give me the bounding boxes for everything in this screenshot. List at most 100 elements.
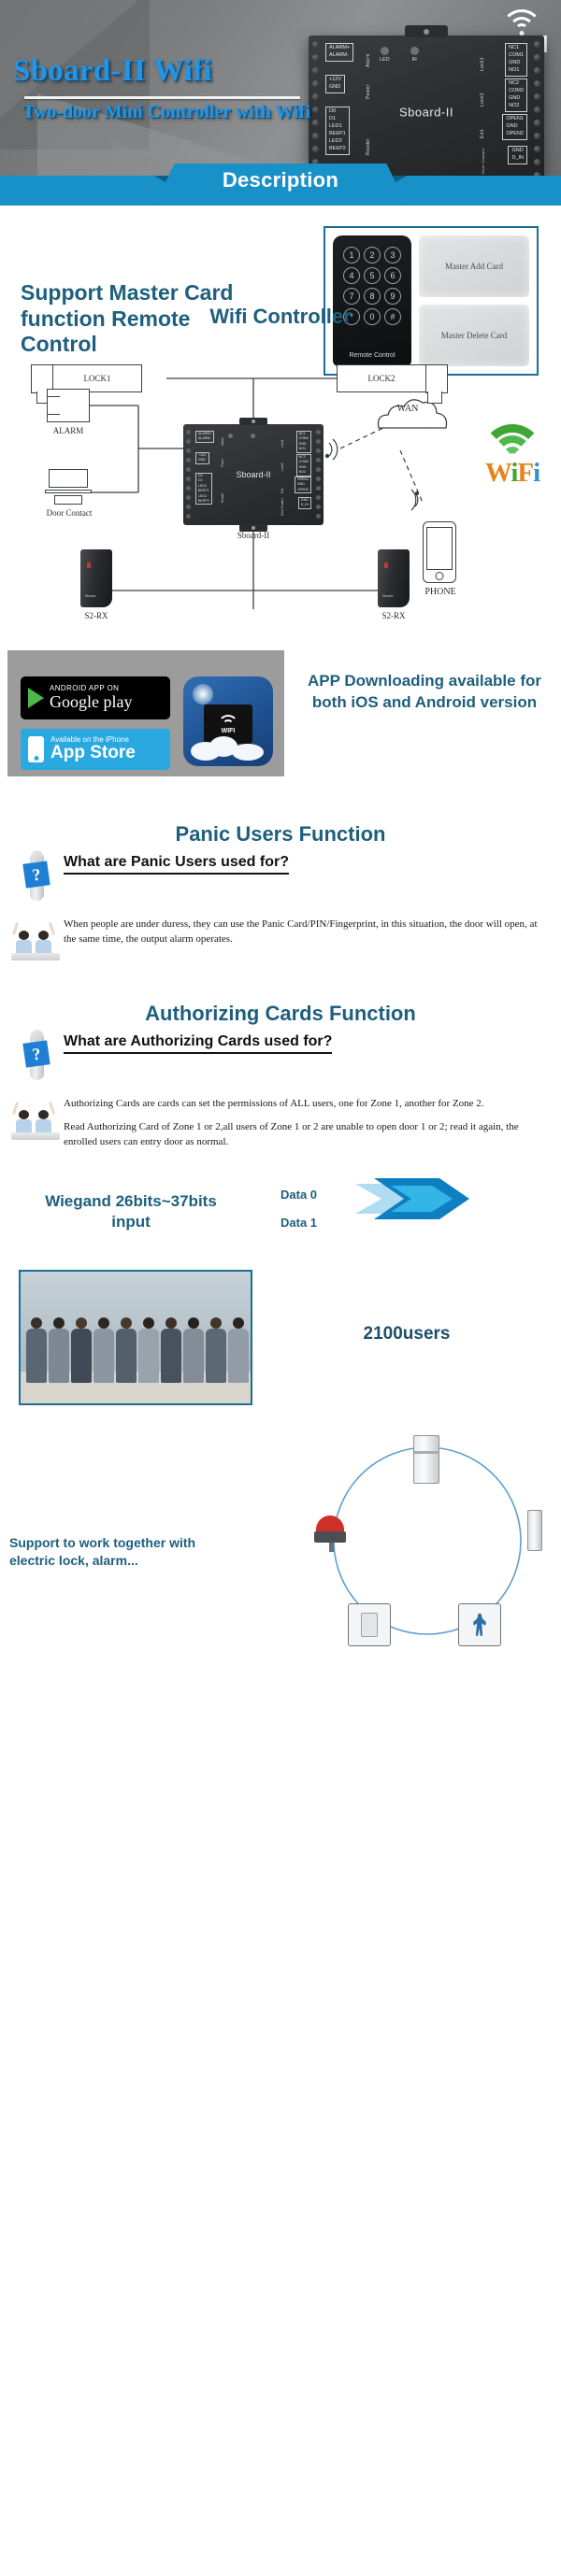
terminal-group-reader: D0 D1 LED1 BEEP1 LED2 BEEP2 — [325, 107, 350, 155]
panic-body-row: When people are under duress, they can u… — [0, 918, 561, 961]
google-badge-large-text: Google play — [50, 691, 133, 711]
terminal-no1: NO1 — [509, 66, 520, 73]
remote-key[interactable]: 9 — [384, 288, 401, 305]
product-subtitle: Two-door Mini Controller with Wifi — [22, 102, 310, 122]
wifi-logo-arcs — [472, 424, 553, 458]
terminal-group-power: +12V GND — [325, 75, 345, 93]
remote-key[interactable]: 6 — [384, 267, 401, 284]
authorizing-question-row: ? What are Authorizing Cards used for? — [0, 1029, 561, 1082]
terminal-open1: OPEN1 — [506, 116, 524, 121]
remote-key[interactable]: 2 — [364, 247, 381, 263]
remote-key[interactable]: 1 — [343, 247, 360, 263]
controller-caption: Sboard-II — [237, 531, 270, 540]
app-icon[interactable]: WIFI — [183, 676, 273, 766]
remote-key[interactable]: 5 — [364, 267, 381, 284]
data0-label: Data 0 — [280, 1187, 318, 1202]
terminal-no2: NO2 — [509, 102, 520, 108]
terminal-dc-gnd: GND — [511, 148, 524, 153]
accessory-ring-diagram — [310, 1430, 544, 1652]
wiring-diagram: LOCK1 LOCK2 ALARM Door Contact ALARM+ AL… — [0, 338, 561, 620]
diag-group-alarm: ALARM+ ALARM- — [195, 431, 215, 443]
door-contact-base — [45, 490, 92, 493]
exit-button-node — [348, 1602, 391, 1646]
side-label-power: Power — [366, 84, 371, 99]
master-add-card: Master Add Card — [419, 235, 529, 297]
reader-right-illustration: Sboard — [378, 549, 410, 607]
user-capacity-label: 2100users — [363, 1323, 451, 1344]
product-title: Sboard-II Wifi — [13, 54, 212, 88]
terminal-open2: OPEN2 — [506, 130, 524, 136]
panic-question: What are Panic Users used for? — [64, 854, 289, 875]
terminal-led1: LED1 — [329, 122, 342, 129]
hero-section: WIFI ALARM+ ALARM- Alarm +12V — [0, 0, 561, 176]
door-contact-plate — [54, 495, 82, 505]
terminal-led2: LED2 — [329, 137, 342, 144]
controller-device-photo: ALARM+ ALARM- Alarm +12V GND Power D0 D1… — [309, 25, 544, 176]
queue-photo — [19, 1269, 252, 1405]
device-brand-label: Sboard-II — [399, 105, 453, 120]
terminal-alarm-plus: ALARM+ — [329, 45, 351, 50]
work-together-text: Support to work together with electric l… — [9, 1534, 196, 1568]
terminal-com2: COM2 — [509, 87, 524, 93]
app-download-text: APP Downloading available for both iOS a… — [307, 672, 541, 711]
remote-key[interactable]: 4 — [343, 267, 360, 284]
terminal-alarm-minus: ALARM- — [329, 51, 349, 58]
alarm-siren-node — [314, 1515, 346, 1552]
wan-label: WAN — [396, 404, 419, 414]
reader-left-label: S2-RX — [84, 611, 108, 620]
terminal-group-door-contact: GND D_IN — [508, 146, 527, 164]
terminal-com1: COM1 — [509, 51, 524, 58]
question-figure-icon: ? — [19, 850, 56, 903]
diag-group-exit: OPEN1 GND OPEN2 — [294, 477, 311, 494]
google-play-icon — [28, 688, 44, 708]
alarm-label: ALARM — [52, 426, 84, 435]
controller-diagram-image: ALARM+ ALARM- Alarm +12V GND Power D0 D1… — [183, 418, 324, 532]
maglock-node — [413, 1434, 439, 1484]
diag-controller-face-label: Sboard-II — [236, 470, 271, 479]
indicator-row: LED IR — [380, 47, 419, 63]
wiegand-spec: Wiegand 26bits~37bits input — [45, 1191, 217, 1231]
side-label-alarm: Alarm — [366, 53, 371, 67]
mount-tab-top — [405, 25, 448, 37]
cloud-icon — [191, 736, 266, 761]
google-play-badge[interactable]: ANDROID APP ON Google play — [21, 676, 170, 719]
lens-flare — [193, 684, 213, 704]
lock1-label: LOCK1 — [83, 374, 111, 383]
description-banner-label: Description — [222, 168, 339, 192]
led-indicator: LED — [380, 47, 390, 63]
authorizing-body-paragraph: Authorizing Cards are cards can set the … — [64, 1097, 484, 1109]
ir-indicator: IR — [410, 47, 419, 63]
terminal-beep1: BEEP1 — [329, 130, 346, 136]
product-infographic: WIFI ALARM+ ALARM- Alarm +12V — [0, 0, 561, 1656]
side-label-exit: Exit — [480, 129, 485, 138]
wiegand-data-lines: Data 0 Data 1 — [280, 1177, 524, 1240]
lock2-label: LOCK2 — [367, 374, 396, 383]
side-label-reader: Reader — [366, 137, 371, 155]
students-illustration — [11, 921, 60, 961]
app-store-badge[interactable]: Available on the iPhone App Store — [21, 729, 170, 770]
terminal-exit-gnd: GND — [506, 122, 518, 129]
authorizing-body-row: Authorizing Cards are cards can set the … — [0, 1097, 561, 1150]
remote-key[interactable]: 3 — [384, 247, 401, 263]
authorizing-question: What are Authorizing Cards used for? — [64, 1033, 333, 1054]
users-capacity-section: 2100users — [0, 1269, 561, 1424]
led-label: LED — [380, 57, 390, 63]
apple-badge-large-text: App Store — [50, 743, 136, 763]
iphone-icon — [28, 736, 44, 762]
door-strike-node — [527, 1509, 542, 1551]
diag-group-lock2: NC2 COM2 GND NO2 — [295, 454, 311, 477]
diag-group-power: +12V GND — [195, 452, 209, 464]
panic-body: When people are under duress, they can u… — [64, 918, 548, 947]
title-divider — [24, 96, 300, 99]
terminal-group-lock2: NC2 COM2 GND NO2 — [505, 78, 527, 112]
authorizing-body-paragraph: Read Authorizing Card of Zone 1 or 2,all… — [64, 1120, 519, 1147]
diag-group-lock1: NC1 COM1 GND NO1 — [295, 431, 311, 453]
remote-key[interactable]: 8 — [364, 288, 381, 305]
remote-key[interactable]: 7 — [343, 288, 360, 305]
reader-left-illustration: Sboard — [80, 549, 112, 607]
diag-group-reader: D0 D1 LED1 BEEP1 LED2 BEEP2 — [195, 473, 212, 505]
hero-polygon — [37, 9, 299, 176]
terminal-nc2: NC2 — [509, 80, 520, 86]
terminal-group-alarm: ALARM+ ALARM- — [325, 43, 354, 62]
terminal-d1: D1 — [329, 115, 337, 121]
